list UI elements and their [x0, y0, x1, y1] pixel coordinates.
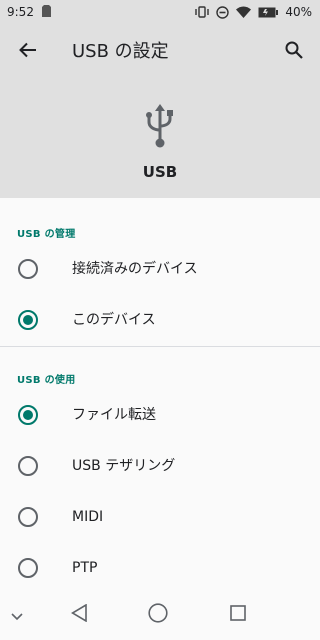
- nav-back-button[interactable]: [66, 602, 92, 628]
- search-button[interactable]: [280, 38, 308, 66]
- page-title: USB の設定: [72, 41, 169, 62]
- dnd-icon: [216, 5, 230, 19]
- option-label: 接続済みのデバイス: [72, 261, 198, 277]
- radio-button[interactable]: [18, 456, 38, 476]
- back-button[interactable]: [14, 38, 42, 66]
- option-label: このデバイス: [72, 312, 156, 328]
- battery-percent: 40%: [285, 5, 312, 19]
- search-icon: [285, 41, 303, 63]
- option-label: USB テザリング: [72, 458, 176, 474]
- option-usb-tethering[interactable]: USB テザリング: [0, 441, 320, 491]
- radio-button[interactable]: [18, 405, 38, 425]
- option-ptp[interactable]: PTP: [0, 543, 320, 593]
- radio-button[interactable]: [18, 507, 38, 527]
- nav-recents-icon: [230, 605, 246, 625]
- nav-home-icon: [148, 603, 168, 627]
- option-file-transfer[interactable]: ファイル転送: [0, 390, 320, 440]
- nav-back-icon: [70, 603, 87, 626]
- status-bar: 9:52 40%: [0, 0, 320, 24]
- option-label: ファイル転送: [72, 407, 156, 423]
- entity-header: USB: [0, 80, 320, 198]
- option-label: PTP: [72, 560, 98, 576]
- section-header-management: USB の管理: [17, 229, 76, 240]
- nav-collapse-button[interactable]: [4, 602, 30, 628]
- nav-recents-button[interactable]: [225, 602, 251, 628]
- wifi-icon: [236, 6, 252, 18]
- radio-button[interactable]: [18, 310, 38, 330]
- app-bar: USB の設定: [0, 24, 320, 80]
- navigation-bar: [0, 590, 320, 640]
- option-connected-device[interactable]: 接続済みのデバイス: [0, 244, 320, 294]
- usb-label: USB: [142, 163, 178, 181]
- usb-icon: [143, 104, 177, 152]
- back-arrow-icon: [19, 41, 37, 63]
- radio-button[interactable]: [18, 259, 38, 279]
- nav-home-button[interactable]: [145, 602, 171, 628]
- section-header-usage: USB の使用: [17, 375, 76, 386]
- option-label: MIDI: [72, 509, 104, 525]
- status-time: 9:52: [7, 5, 34, 19]
- radio-button[interactable]: [18, 558, 38, 578]
- vibrate-icon: [195, 6, 210, 18]
- divider: [0, 346, 320, 347]
- sim-icon: [41, 4, 51, 20]
- battery-icon: [258, 7, 279, 18]
- option-midi[interactable]: MIDI: [0, 492, 320, 542]
- chevron-down-icon: [11, 606, 23, 625]
- option-this-device[interactable]: このデバイス: [0, 295, 320, 345]
